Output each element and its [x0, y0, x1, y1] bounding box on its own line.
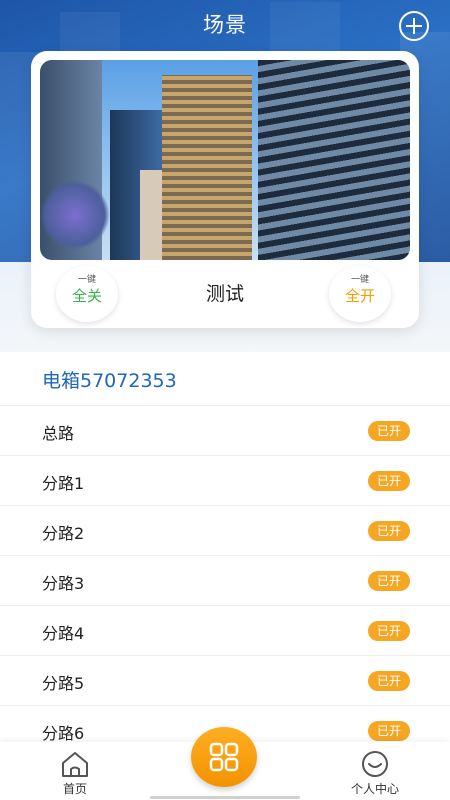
circuit-name: 分路2 [42, 524, 85, 543]
scene-photo[interactable] [40, 60, 410, 260]
tab-home-label: 首页 [62, 782, 87, 796]
circuit-row-main[interactable]: 总路 已开 [0, 406, 450, 456]
device-title: 电箱57072353 [42, 370, 177, 392]
status-badge[interactable]: 已开 [368, 571, 410, 591]
circuit-list: 总路 已开 分路1 已开 分路2 已开 分路3 已开 分路4 已开 分路5 已开… [0, 406, 450, 756]
page-title: 场景 [203, 13, 247, 37]
status-badge[interactable]: 已开 [368, 671, 410, 691]
tab-profile[interactable]: 个人中心 [345, 750, 405, 797]
circuit-row-3[interactable]: 分路3 已开 [0, 556, 450, 606]
circuit-name: 分路4 [42, 624, 85, 643]
tab-home[interactable]: 首页 [52, 750, 98, 797]
status-badge[interactable]: 已开 [368, 721, 410, 741]
all-on-button[interactable]: 一键 全开 [329, 266, 391, 322]
user-face-icon [362, 751, 388, 777]
home-icon [62, 752, 88, 777]
all-on-small-label: 一键 [350, 275, 369, 285]
status-badge[interactable]: 已开 [368, 621, 410, 641]
circuit-row-4[interactable]: 分路4 已开 [0, 606, 450, 656]
circuit-name: 分路3 [42, 574, 85, 593]
circuit-row-1[interactable]: 分路1 已开 [0, 456, 450, 506]
circuit-name: 分路1 [42, 474, 85, 493]
status-badge[interactable]: 已开 [368, 421, 410, 441]
status-badge[interactable]: 已开 [368, 471, 410, 491]
all-on-label: 全开 [344, 287, 375, 305]
add-scene-button[interactable] [399, 11, 429, 41]
home-indicator [150, 796, 300, 799]
circuit-name: 分路6 [42, 724, 85, 743]
tab-profile-label: 个人中心 [350, 782, 399, 796]
circuit-name: 总路 [42, 424, 75, 443]
circuit-row-5[interactable]: 分路5 已开 [0, 656, 450, 706]
device-header: 电箱57072353 [0, 352, 450, 406]
center-grid-button[interactable] [191, 727, 257, 787]
scene-card: 一键 全关 测试 一键 全开 [31, 51, 419, 328]
circuit-row-2[interactable]: 分路2 已开 [0, 506, 450, 556]
grid-icon [209, 742, 239, 772]
status-badge[interactable]: 已开 [368, 521, 410, 541]
circuit-name: 分路5 [42, 674, 85, 693]
